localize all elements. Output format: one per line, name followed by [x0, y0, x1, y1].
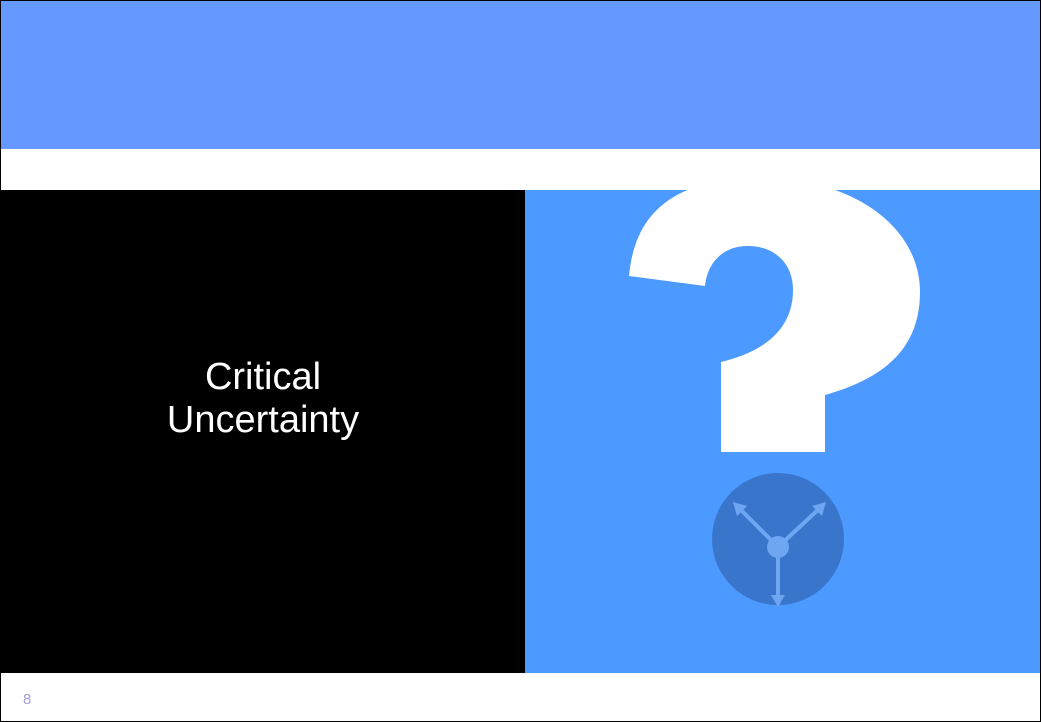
- title-panel: Critical Uncertainty: [1, 190, 525, 673]
- slide: Critical Uncertainty 8: [0, 0, 1041, 722]
- header-band: [1, 1, 1040, 149]
- slide-number: 8: [23, 691, 32, 708]
- image-panel: [525, 190, 1040, 673]
- question-mark-icon: [629, 190, 920, 607]
- slide-title-line-1: Critical: [204, 356, 322, 398]
- slide-title: Critical Uncertainty: [1, 356, 525, 442]
- slide-title-line-2: Uncertainty: [166, 399, 360, 441]
- branching-arrows-icon: [712, 473, 844, 607]
- question-mark-hook: [629, 190, 920, 452]
